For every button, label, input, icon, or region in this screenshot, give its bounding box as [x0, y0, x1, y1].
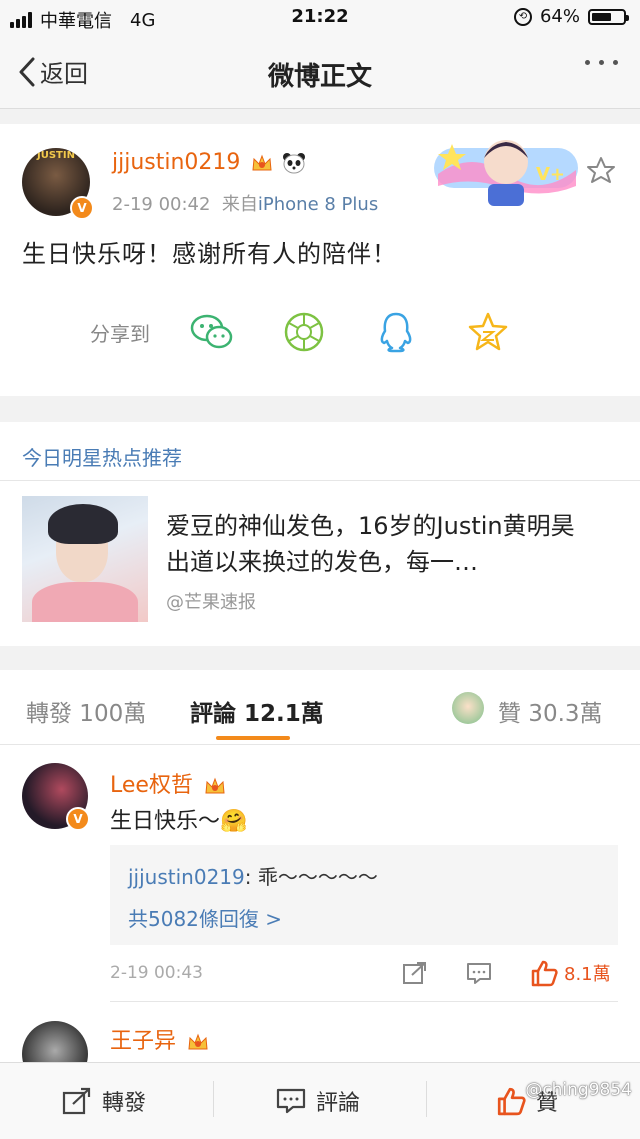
post-meta: 2-19 00:42 来自iPhone 8 Plus [112, 190, 378, 216]
comment-text: 生日快乐～🤗 [110, 809, 248, 834]
verified-badge: V [66, 807, 90, 831]
thumbs-up-icon[interactable] [530, 959, 558, 987]
reply-preview: jjjustin0219: 乖～～～～～ [128, 865, 378, 889]
verified-badge: V [70, 196, 94, 220]
share-row: 分享到 [90, 310, 558, 354]
tab-repost[interactable]: 轉發 100萬 [26, 694, 146, 728]
panda-badge-icon [283, 153, 306, 174]
repost-icon[interactable] [402, 961, 428, 985]
qq-icon[interactable] [374, 310, 418, 354]
moments-icon[interactable] [282, 310, 326, 354]
reply-count-link[interactable]: 共5082條回復 > [128, 903, 282, 932]
bottom-toolbar: 轉發 評論 贊 [0, 1062, 640, 1139]
username-text: Lee权哲 [110, 773, 193, 798]
recommend-header[interactable]: 今日明星热点推荐 [22, 442, 182, 471]
recommend-title[interactable]: 爱豆的神仙发色，16岁的Justin黄明昊出道以来换过的发色，每一… [166, 508, 586, 580]
reply-box[interactable]: jjjustin0219: 乖～～～～～ 共5082條回復 > [110, 845, 618, 945]
page-title: 微博正文 [267, 62, 372, 92]
post-content: 生日快乐呀！感谢所有人的陪伴！ [22, 240, 397, 268]
comment-list: V Lee权哲 生日快乐～🤗 jjjustin0219: 乖～～～～～ 共508… [0, 745, 640, 1087]
crown-badge-icon [252, 154, 272, 171]
favorite-star-icon[interactable] [586, 156, 616, 184]
comment-time: 2-19 00:43 [110, 963, 203, 983]
divider [426, 1081, 427, 1117]
recommend-source: @芒果速报 [166, 592, 256, 613]
like-avatar [452, 692, 484, 724]
thumbs-up-icon [497, 1087, 526, 1116]
rotation-lock-icon: ⟲ [513, 7, 532, 26]
tab-comment[interactable]: 評論 12.1萬 [190, 694, 324, 728]
tab-like[interactable]: 贊 30.3萬 [498, 694, 603, 728]
repost-label: 轉發 [102, 1091, 147, 1116]
more-button[interactable] [585, 60, 618, 65]
comment-username[interactable]: 王子异 [110, 1023, 209, 1055]
comment-username[interactable]: Lee权哲 [110, 767, 226, 799]
comment-actions: 8.1萬 [402, 959, 611, 987]
comment-icon [276, 1088, 306, 1114]
username-text: jjjustin0219 [112, 150, 241, 175]
decoration-banner: V+ [434, 140, 578, 206]
divider [0, 480, 640, 481]
recommend-card: 今日明星热点推荐 爱豆的神仙发色，16岁的Justin黄明昊出道以来换过的发色，… [0, 422, 640, 646]
qzone-icon[interactable] [466, 310, 510, 354]
comment-button[interactable]: 評論 [276, 1085, 360, 1117]
crown-badge-icon [188, 1033, 208, 1050]
comment-label: 評論 [316, 1091, 361, 1116]
status-bar: 中華電信 4G 21:22 ⟲ 64% [0, 0, 640, 36]
post-source[interactable]: iPhone 8 Plus [258, 194, 378, 215]
username-text: 王子异 [110, 1029, 177, 1054]
battery-percent: 64% [539, 6, 580, 27]
divider [213, 1081, 214, 1117]
repost-button[interactable]: 轉發 [62, 1085, 146, 1117]
post-time: 2-19 00:42 [112, 194, 211, 215]
recommend-thumbnail[interactable] [22, 496, 148, 622]
wechat-icon[interactable] [190, 310, 234, 354]
post-username[interactable]: jjjustin0219 [112, 150, 306, 175]
svg-text:V+: V+ [536, 164, 565, 185]
avatar-text: JUSTIN [37, 150, 75, 161]
battery-icon [588, 8, 629, 25]
source-prefix: 来自 [221, 194, 258, 215]
comment-icon[interactable] [466, 961, 492, 985]
active-tab-indicator [216, 736, 290, 740]
crown-badge-icon [205, 777, 225, 794]
repost-icon [62, 1087, 91, 1115]
reply-text: 乖～～～～～ [257, 865, 378, 889]
divider [110, 1001, 618, 1002]
watermark: @ching9854 [525, 1080, 632, 1100]
post-card: JUSTIN V jjjustin0219 2-19 00:42 来自iPhon… [0, 124, 640, 396]
reply-username[interactable]: jjjustin0219 [128, 865, 245, 889]
interaction-tabs: 轉發 100萬 評論 12.1萬 贊 30.3萬 [0, 670, 640, 745]
share-label: 分享到 [90, 321, 150, 346]
nav-bar: 返回 微博正文 [0, 36, 640, 109]
like-count: 8.1萬 [564, 964, 611, 985]
